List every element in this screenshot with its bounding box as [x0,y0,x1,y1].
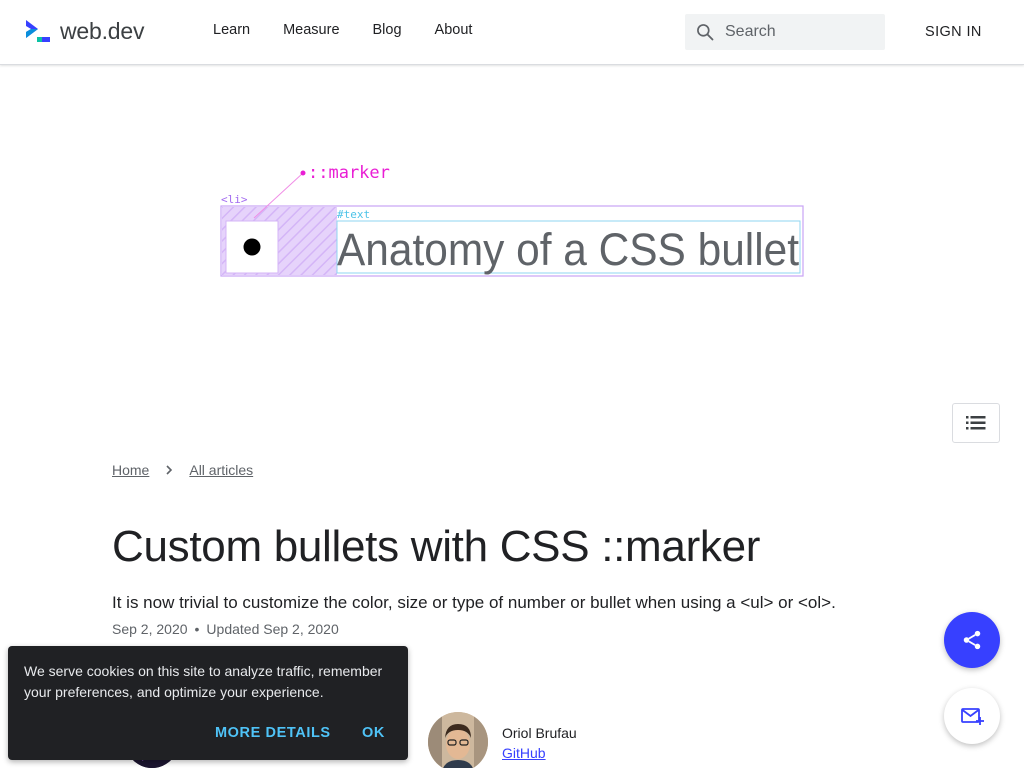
updated-date: Updated Sep 2, 2020 [206,621,339,637]
search-icon [697,24,714,41]
breadcrumb-home[interactable]: Home [112,462,149,478]
site-header: web.dev Learn Measure Blog About SIGN IN [0,0,1024,65]
nav-blog[interactable]: Blog [373,22,402,38]
search-box[interactable] [685,14,885,50]
nav-about[interactable]: About [435,22,473,38]
article-dates: Sep 2, 2020 • Updated Sep 2, 2020 [112,621,339,637]
main-nav: Learn Measure Blog About [213,22,505,38]
author-name: Oriol Brufau [502,725,577,741]
date-separator: • [194,621,200,637]
nav-learn[interactable]: Learn [213,22,250,38]
hero-headline: Anatomy of a CSS bullet [337,224,799,275]
marker-label: ::marker [308,163,390,183]
list-icon [966,416,986,430]
subscribe-button[interactable] [944,688,1000,744]
breadcrumb-all-articles[interactable]: All articles [189,462,253,478]
page-title: Custom bullets with CSS ::marker [112,522,761,571]
more-details-button[interactable]: MORE DETAILS [215,725,331,741]
nav-measure[interactable]: Measure [283,22,339,38]
breadcrumb: Home All articles [112,462,253,478]
mail-add-icon [961,708,984,725]
chevron-right-icon [166,465,173,475]
li-label: <li> [221,193,248,206]
ok-button[interactable]: OK [362,725,385,741]
table-of-contents-button[interactable] [952,403,1000,443]
cookie-banner: We serve cookies on this site to analyze… [8,646,408,760]
article-subtitle: It is now trivial to customize the color… [112,593,836,612]
oriol-brufau-avatar-image [428,712,488,768]
sign-in-button[interactable]: SIGN IN [925,24,982,40]
marker-pointer-dot [300,170,306,176]
web-dev-logo-icon [26,20,50,42]
published-date: Sep 2, 2020 [112,621,188,637]
search-input[interactable] [725,23,865,41]
hero-illustration: ::marker <li> #text Anatomy of a CSS bul… [0,66,1024,396]
web-dev-logo[interactable]: web.dev [24,17,144,45]
text-label: #text [337,208,370,221]
share-icon [963,630,981,650]
bullet-dot [243,238,261,256]
share-button[interactable] [944,612,1000,668]
cookie-message: We serve cookies on this site to analyze… [24,663,383,700]
logo-text: web.dev [60,17,145,44]
avatar [428,712,488,768]
css-bullet-anatomy-diagram: ::marker <li> #text Anatomy of a CSS bul… [220,163,804,277]
author-github-link[interactable]: GitHub [502,745,546,761]
